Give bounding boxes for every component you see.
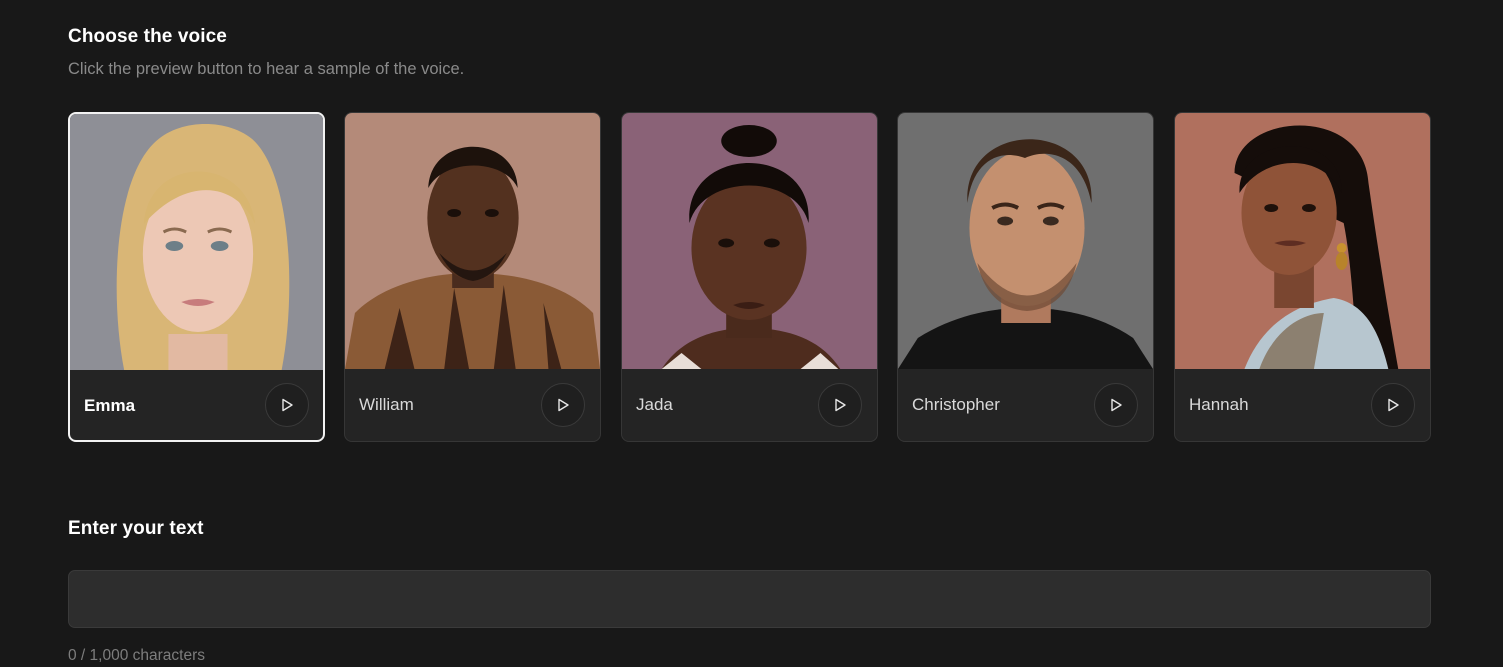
play-icon (835, 398, 846, 412)
preview-button-jada[interactable] (818, 383, 862, 427)
portrait-christopher (898, 113, 1153, 369)
text-input[interactable] (68, 570, 1431, 628)
voice-name: Jada (636, 395, 673, 414)
voice-name: William (359, 395, 414, 414)
play-icon (1388, 398, 1399, 412)
voice-section-title: Choose the voice (68, 26, 227, 47)
preview-button-william[interactable] (541, 383, 585, 427)
text-section-title: Enter your text (68, 518, 204, 539)
voice-card-christopher[interactable]: Christopher (897, 112, 1154, 442)
voice-card-jada[interactable]: Jada (621, 112, 878, 442)
character-counter: 0 / 1,000 characters (68, 647, 205, 664)
portrait-hannah (1175, 113, 1430, 369)
voice-name: Christopher (912, 395, 1000, 414)
portrait-emma (70, 114, 323, 370)
voice-card-william[interactable]: William (344, 112, 601, 442)
portrait-jada (622, 113, 877, 369)
voice-card-list: Emma William Jada Christopher Hannah (68, 112, 1431, 442)
portrait-william (345, 113, 600, 369)
voice-name: Hannah (1189, 395, 1249, 414)
play-icon (558, 398, 569, 412)
voice-card-hannah[interactable]: Hannah (1174, 112, 1431, 442)
play-icon (282, 398, 293, 412)
voice-card-emma[interactable]: Emma (68, 112, 325, 442)
preview-button-hannah[interactable] (1371, 383, 1415, 427)
preview-button-emma[interactable] (265, 383, 309, 427)
voice-name: Emma (84, 396, 136, 415)
play-icon (1111, 398, 1122, 412)
voice-section-subtitle: Click the preview button to hear a sampl… (68, 60, 465, 78)
preview-button-christopher[interactable] (1094, 383, 1138, 427)
